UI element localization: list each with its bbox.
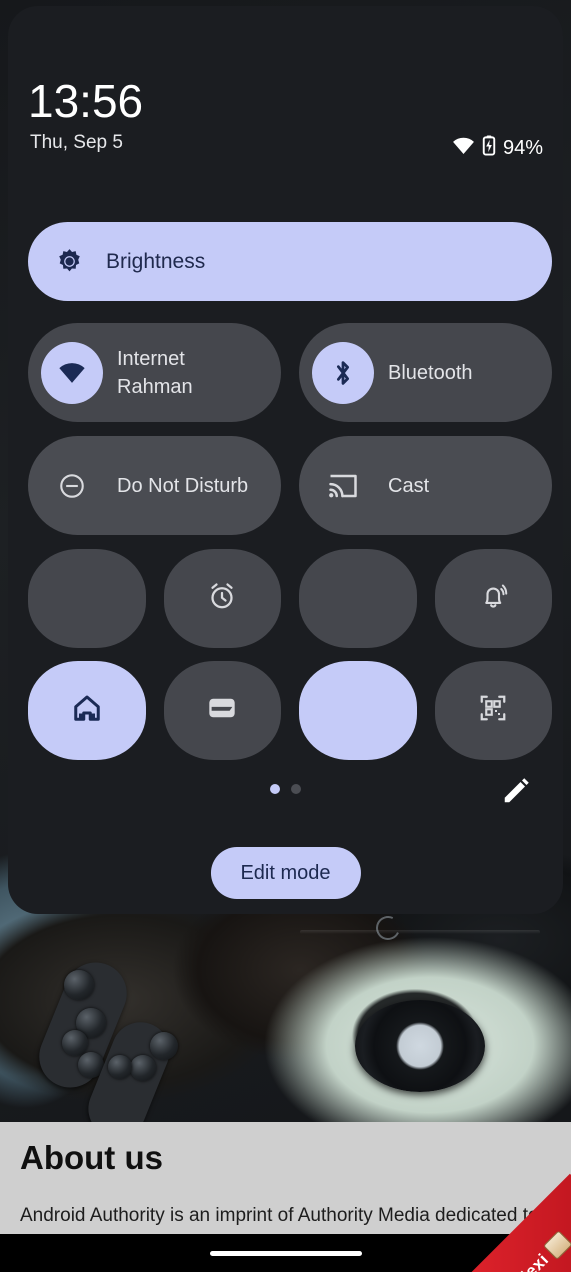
tile-bluetooth-text: Bluetooth <box>388 359 473 387</box>
page-title: About us <box>20 1139 163 1176</box>
bell-ring-icon <box>478 581 508 616</box>
flexi-badge-label: flexi <box>513 1249 553 1272</box>
tile-do-not-disturb[interactable]: Do Not Disturb <box>28 436 281 535</box>
tile-ringer[interactable] <box>434 549 552 648</box>
battery-percent-label: 94% <box>502 137 543 159</box>
tile-cast-text: Cast <box>388 472 429 500</box>
tile-blank-1[interactable] <box>28 549 146 648</box>
do-not-disturb-icon <box>41 455 103 517</box>
tile-cast[interactable]: Cast <box>299 436 552 535</box>
cast-icon <box>312 455 374 517</box>
tile-bluetooth-title: Bluetooth <box>388 361 473 384</box>
brightness-label: Brightness <box>106 249 206 273</box>
camera-lens <box>62 1030 88 1056</box>
battery-charging-icon <box>482 135 496 161</box>
brightness-slider[interactable]: Brightness <box>28 222 552 301</box>
wifi-icon <box>452 136 475 160</box>
brightness-icon <box>54 247 84 277</box>
status-bar: 13:56 Thu, Sep 5 94% <box>28 74 543 164</box>
tile-bluetooth[interactable]: Bluetooth <box>299 323 552 422</box>
tile-cast-title: Cast <box>388 474 430 497</box>
about-body-text: Android Authority is an imprint of Autho… <box>20 1205 539 1226</box>
pencil-icon[interactable] <box>501 776 531 806</box>
about-us-section: About us Android Authority is an imprint… <box>0 1122 571 1234</box>
date-label: Thu, Sep 5 <box>30 132 123 153</box>
tile-internet-subtitle: Rahman <box>117 375 193 398</box>
tile-dnd-text: Do Not Disturb <box>117 472 248 500</box>
home-icon <box>71 693 103 728</box>
tile-internet-text: Internet Rahman <box>117 345 193 401</box>
page-indicator[interactable] <box>8 784 563 794</box>
quick-settings-panel: 13:56 Thu, Sep 5 94% Brightness Internet… <box>8 6 563 914</box>
android-quick-settings-screen: 13:56 Thu, Sep 5 94% Brightness Internet… <box>0 0 571 1272</box>
gesture-home-handle[interactable] <box>209 1250 362 1256</box>
tile-dnd-title: Do Not Disturb <box>117 474 249 497</box>
tile-blank-3[interactable] <box>299 661 417 760</box>
clock: 13:56 <box>28 75 144 127</box>
camera-lens <box>64 970 94 1000</box>
tile-alarm[interactable] <box>163 549 281 648</box>
tile-qr-scanner[interactable] <box>434 661 552 760</box>
tile-wallet[interactable] <box>163 661 281 760</box>
flexi-glyph-icon <box>543 1230 571 1260</box>
round-camera-module <box>355 1000 485 1092</box>
phone-edge-highlight <box>300 930 540 934</box>
page-dot-1[interactable] <box>270 784 280 794</box>
status-icon-group: 94% <box>452 135 543 161</box>
page-dot-2[interactable] <box>291 784 301 794</box>
alarm-clock-icon <box>207 581 237 616</box>
qr-code-icon <box>478 693 508 728</box>
edit-mode-button[interactable]: Edit mode <box>210 847 361 899</box>
wallet-icon <box>207 695 237 726</box>
wifi-icon <box>41 341 103 404</box>
camera-lens <box>108 1055 132 1079</box>
camera-lens <box>130 1055 156 1081</box>
tile-row-2: Do Not Disturb Cast <box>28 436 552 535</box>
tile-row-3 <box>28 549 552 648</box>
tile-internet[interactable]: Internet Rahman <box>28 323 281 422</box>
tile-row-1: Internet Rahman Bluetooth <box>28 323 552 422</box>
tile-blank-2[interactable] <box>299 549 417 648</box>
tile-home[interactable] <box>28 661 146 760</box>
tile-row-4 <box>28 661 552 760</box>
tile-internet-title: Internet <box>117 347 185 370</box>
camera-lens <box>150 1032 178 1060</box>
bluetooth-icon <box>312 341 374 404</box>
